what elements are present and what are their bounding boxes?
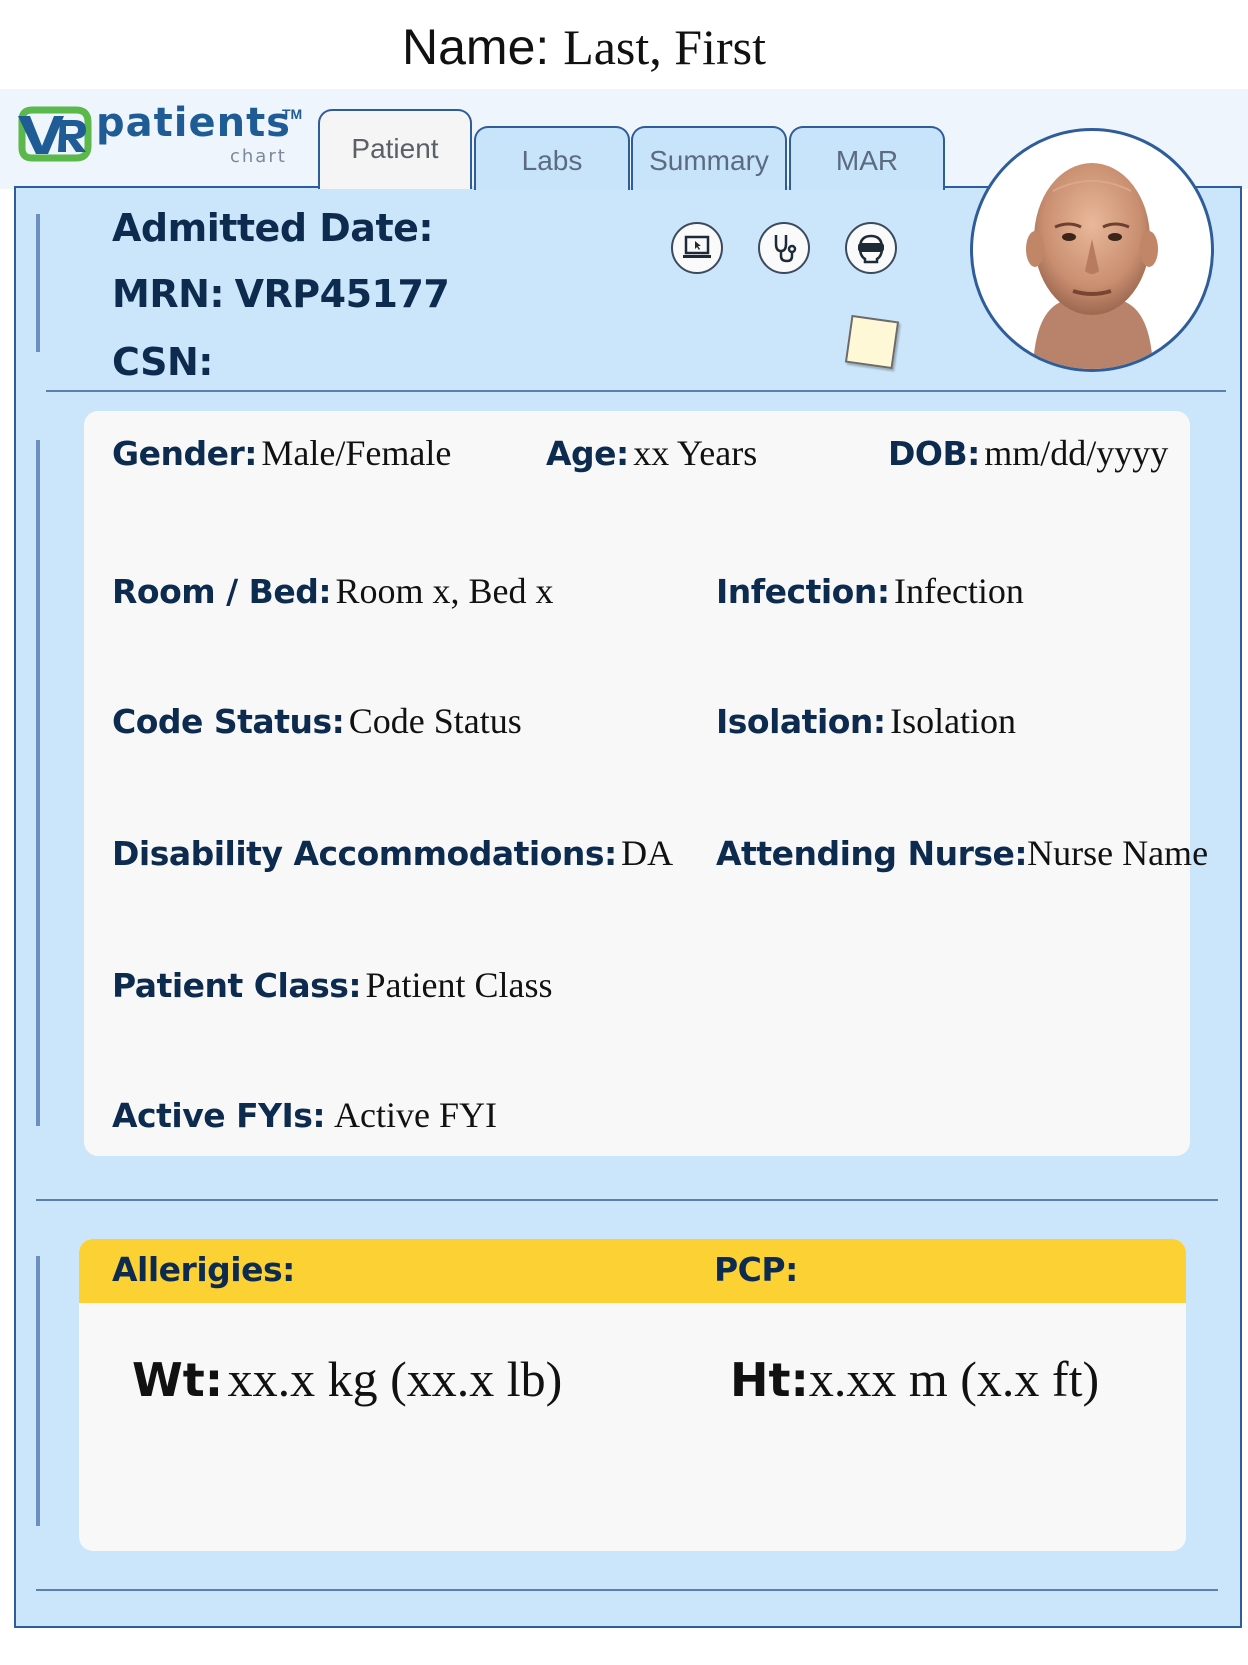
sticky-note-icon[interactable] <box>844 314 900 370</box>
mrn-label: MRN: <box>112 272 225 316</box>
tab-summary[interactable]: Summary <box>631 126 787 190</box>
logo-trademark: TM <box>282 106 303 122</box>
gender-field: Gender: Male/Female <box>112 432 451 474</box>
attending-nurse-field: Attending Nurse:Nurse Name <box>716 832 1208 874</box>
gender-value: Male/Female <box>261 433 452 473</box>
patient-class-field: Patient Class: Patient Class <box>112 964 553 1006</box>
pcp-field: PCP: <box>714 1250 798 1289</box>
active-fyi-label: Active FYIs: <box>112 1096 326 1135</box>
tab-labs[interactable]: Labs <box>474 126 630 190</box>
attending-nurse-label: Attending Nurse: <box>716 834 1028 873</box>
gender-label: Gender: <box>112 434 257 473</box>
isolation-label: Isolation: <box>716 702 886 741</box>
panel-top-border <box>14 186 322 188</box>
tab-label: Patient <box>351 133 439 164</box>
patient-avatar <box>970 128 1214 372</box>
attending-nurse-value: Nurse Name <box>1027 833 1209 873</box>
tab-label: Labs <box>521 145 583 176</box>
accent-bar <box>36 214 40 352</box>
code-status-value: Code Status <box>348 701 522 741</box>
admitted-date-label: Admitted Date: <box>112 206 434 250</box>
mrn-row: MRN: VRP45177 <box>112 272 450 317</box>
room-bed-label: Room / Bed: <box>112 572 332 611</box>
dob-field: DOB: mm/dd/yyyy <box>888 432 1168 474</box>
name-label: Name: <box>402 19 550 75</box>
divider <box>36 1589 1218 1591</box>
logo-subtext: chart <box>230 146 287 167</box>
divider <box>36 1199 1218 1201</box>
csn-label: CSN: <box>112 340 213 384</box>
tab-label: Summary <box>649 145 769 176</box>
name-value: Last, First <box>563 19 766 75</box>
age-value: xx Years <box>633 433 758 473</box>
accent-bar <box>36 440 40 1126</box>
accent-bar <box>36 1256 40 1526</box>
room-bed-value: Room x, Bed x <box>335 571 554 611</box>
active-fyi-value: Active FYI <box>334 1095 497 1135</box>
weight-label: Wt: <box>132 1353 224 1407</box>
patient-photo <box>1026 163 1158 369</box>
disability-value: DA <box>621 833 674 873</box>
allergies-field: Allerigies: <box>112 1250 295 1289</box>
allergies-label: Allerigies: <box>112 1250 295 1289</box>
vrpatients-logo: patients chart TM <box>16 100 306 168</box>
patient-class-value: Patient Class <box>365 965 553 1005</box>
height-value: x.xx m (x.x ft) <box>808 1351 1100 1407</box>
infection-field: Infection: Infection <box>716 570 1024 612</box>
isolation-field: Isolation: Isolation <box>716 700 1016 742</box>
computer-icon <box>683 235 711 258</box>
weight-field: Wt: xx.x kg (xx.x lb) <box>132 1350 562 1408</box>
stethoscope-icon <box>774 235 797 263</box>
divider <box>46 390 1226 392</box>
computer-icon-button[interactable] <box>671 222 723 274</box>
disability-label: Disability Accommodations: <box>112 834 617 873</box>
patient-info-card <box>84 411 1190 1156</box>
vr-headset-icon-button[interactable] <box>845 222 897 274</box>
disability-field: Disability Accommodations: DA <box>112 832 673 874</box>
logo-text: patients <box>96 100 291 146</box>
age-field: Age: xx Years <box>546 432 757 474</box>
tab-patient[interactable]: Patient <box>318 109 472 189</box>
mrn-value: VRP45177 <box>234 272 450 316</box>
age-label: Age: <box>546 434 629 473</box>
patient-name-title: Name: Last, First <box>0 18 1168 76</box>
infection-value: Infection <box>893 571 1024 611</box>
vr-logo-icon <box>18 106 92 162</box>
dob-label: DOB: <box>888 434 980 473</box>
dob-value: mm/dd/yyyy <box>984 433 1169 473</box>
active-fyi-field: Active FYIs: Active FYI <box>112 1094 497 1136</box>
room-bed-field: Room / Bed: Room x, Bed x <box>112 570 554 612</box>
infection-label: Infection: <box>716 572 890 611</box>
patient-class-label: Patient Class: <box>112 966 362 1005</box>
tab-mar[interactable]: MAR <box>789 126 945 190</box>
weight-value: xx.x kg (xx.x lb) <box>227 1351 563 1407</box>
stethoscope-icon-button[interactable] <box>758 222 810 274</box>
height-field: Ht:x.xx m (x.x ft) <box>730 1350 1099 1408</box>
vr-headset-icon <box>858 234 884 264</box>
pcp-label: PCP: <box>714 1250 798 1289</box>
height-label: Ht: <box>730 1353 809 1407</box>
isolation-value: Isolation <box>890 701 1017 741</box>
code-status-label: Code Status: <box>112 702 345 741</box>
code-status-field: Code Status: Code Status <box>112 700 522 742</box>
tab-label: MAR <box>835 145 899 176</box>
